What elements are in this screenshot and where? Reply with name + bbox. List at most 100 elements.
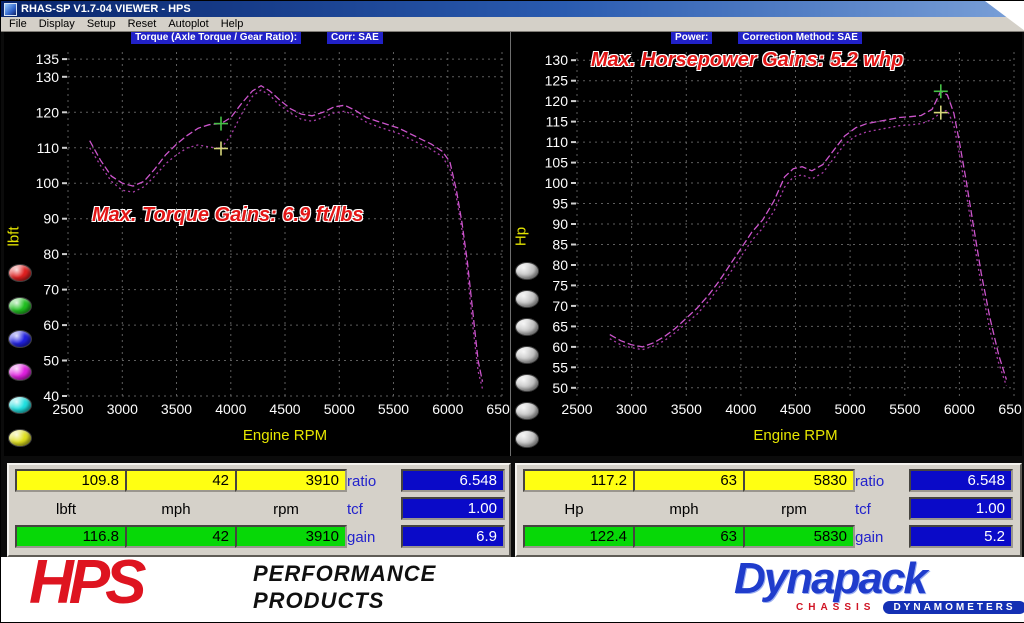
svg-text:120: 120	[545, 93, 569, 109]
menu-bar: File Display Setup Reset Autoplot Help	[1, 17, 1024, 32]
svg-text:95: 95	[552, 196, 568, 212]
plot-color-button[interactable]	[515, 318, 539, 336]
footer-logo-strip: HPS PERFORMANCE PRODUCTS Dynapack CHASSI…	[1, 557, 1024, 622]
plot-color-button[interactable]	[8, 330, 32, 348]
plot-color-button[interactable]	[515, 430, 539, 448]
svg-text:6000: 6000	[944, 401, 975, 417]
title-bar[interactable]: RHAS-SP V1.7-04 VIEWER - HPS	[1, 1, 1024, 17]
torque-tcf-value: 1.00	[401, 497, 505, 520]
torque-modified-mph: 42	[125, 525, 237, 548]
mph-unit-label: mph	[629, 501, 739, 518]
power-tcf-value: 1.00	[909, 497, 1013, 520]
power-y-axis-label: Hp	[513, 215, 530, 259]
svg-text:50: 50	[43, 353, 59, 369]
torque-ratio-value: 6.548	[401, 469, 505, 492]
svg-text:130: 130	[545, 52, 569, 68]
plot-color-button[interactable]	[515, 374, 539, 392]
power-ratio-value: 6.548	[909, 469, 1013, 492]
svg-text:90: 90	[43, 211, 59, 227]
power-trace-color-buttons	[515, 262, 539, 448]
power-modified-value: 122.4	[523, 525, 635, 548]
svg-text:80: 80	[43, 246, 59, 262]
power-modified-rpm: 5830	[743, 525, 855, 548]
plot-color-button[interactable]	[8, 429, 32, 447]
ratio-label: ratio	[347, 473, 376, 490]
menu-display[interactable]: Display	[33, 18, 81, 30]
svg-text:4500: 4500	[269, 401, 300, 417]
torque-readout-panel: 109.8 42 3910 lbft mph rpm 116.8 42 3910…	[7, 463, 511, 557]
torque-modified-value: 116.8	[15, 525, 127, 548]
torque-header-title: Torque (Axle Torque / Gear Ratio):	[131, 32, 301, 44]
svg-text:125: 125	[545, 73, 569, 89]
svg-text:85: 85	[552, 237, 568, 253]
tcf-label: tcf	[855, 501, 871, 518]
chassis-text: CHASSIS	[796, 602, 875, 613]
svg-text:65: 65	[552, 318, 568, 334]
svg-text:55: 55	[552, 359, 568, 375]
plot-color-button[interactable]	[515, 290, 539, 308]
svg-text:4000: 4000	[215, 401, 246, 417]
ratio-label: ratio	[855, 473, 884, 490]
gain-label: gain	[347, 529, 375, 546]
svg-text:110: 110	[546, 134, 569, 150]
svg-text:120: 120	[36, 104, 60, 120]
menu-setup[interactable]: Setup	[81, 18, 122, 30]
svg-text:115: 115	[546, 114, 569, 130]
svg-text:60: 60	[552, 339, 568, 355]
hps-logo: HPS	[29, 551, 141, 615]
power-readout-panel: 117.2 63 5830 Hp mph rpm 122.4 63 5830 r…	[515, 463, 1022, 557]
svg-text:100: 100	[36, 175, 60, 191]
plot-color-button[interactable]	[8, 363, 32, 381]
hps-logo-text: PERFORMANCE PRODUCTS	[253, 560, 436, 614]
power-baseline-rpm: 5830	[743, 469, 855, 492]
power-chart-header: Power: Correction Method: SAE	[511, 32, 1022, 44]
app-icon	[4, 3, 17, 16]
torque-y-axis-label: lbft	[6, 215, 23, 259]
svg-text:60: 60	[43, 317, 59, 333]
svg-text:4500: 4500	[780, 401, 811, 417]
power-gain-value: 5.2	[909, 525, 1013, 548]
hps-products-text: PRODUCTS	[253, 587, 436, 614]
svg-text:70: 70	[552, 298, 568, 314]
svg-text:4000: 4000	[725, 401, 756, 417]
power-modified-mph: 63	[633, 525, 745, 548]
svg-text:50: 50	[552, 380, 568, 396]
plot-color-button[interactable]	[515, 262, 539, 280]
svg-text:Engine RPM: Engine RPM	[753, 427, 837, 444]
svg-text:70: 70	[43, 282, 59, 298]
torque-baseline-value: 109.8	[15, 469, 127, 492]
torque-chart-header: Torque (Axle Torque / Gear Ratio): Corr:…	[4, 32, 510, 44]
svg-text:6000: 6000	[432, 401, 463, 417]
dynapack-wordmark: Dynapack	[734, 558, 1014, 600]
hp-unit-label: Hp	[519, 501, 629, 518]
power-chart[interactable]: 1301251201151101051009590858075706560555…	[543, 44, 1022, 456]
plot-color-button[interactable]	[515, 402, 539, 420]
power-chart-panel: Power: Correction Method: SAE Hp 130 125 1…	[511, 32, 1022, 456]
svg-text:3000: 3000	[107, 401, 138, 417]
menu-reset[interactable]: Reset	[122, 18, 163, 30]
plot-color-button[interactable]	[8, 396, 32, 414]
menu-file[interactable]: File	[3, 18, 33, 30]
torque-header-correction: Corr: SAE	[327, 32, 383, 44]
gain-label: gain	[855, 529, 883, 546]
dynamometers-badge: DYNAMOMETERS	[883, 601, 1024, 614]
svg-text:80: 80	[552, 257, 568, 273]
menu-help[interactable]: Help	[215, 18, 250, 30]
dyno-viewer-window: RHAS-SP V1.7-04 VIEWER - HPS File Displa…	[0, 0, 1024, 623]
svg-text:5500: 5500	[889, 401, 920, 417]
svg-text:3000: 3000	[616, 401, 647, 417]
plot-color-button[interactable]	[515, 346, 539, 364]
torque-chart[interactable]: 1351301201101009080706050402500300035004…	[34, 44, 510, 456]
plot-color-button[interactable]	[8, 264, 32, 282]
menu-autoplot[interactable]: Autoplot	[162, 18, 214, 30]
torque-gain-value: 6.9	[401, 525, 505, 548]
plot-color-button[interactable]	[8, 297, 32, 315]
torque-chart-panel: Torque (Axle Torque / Gear Ratio): Corr:…	[4, 32, 511, 456]
window-title: RHAS-SP V1.7-04 VIEWER - HPS	[21, 3, 191, 15]
svg-text:2500: 2500	[561, 401, 592, 417]
rpm-unit-label: rpm	[231, 501, 341, 518]
svg-text:90: 90	[552, 216, 568, 232]
power-baseline-mph: 63	[633, 469, 745, 492]
torque-baseline-rpm: 3910	[235, 469, 347, 492]
svg-text:100: 100	[545, 175, 569, 191]
